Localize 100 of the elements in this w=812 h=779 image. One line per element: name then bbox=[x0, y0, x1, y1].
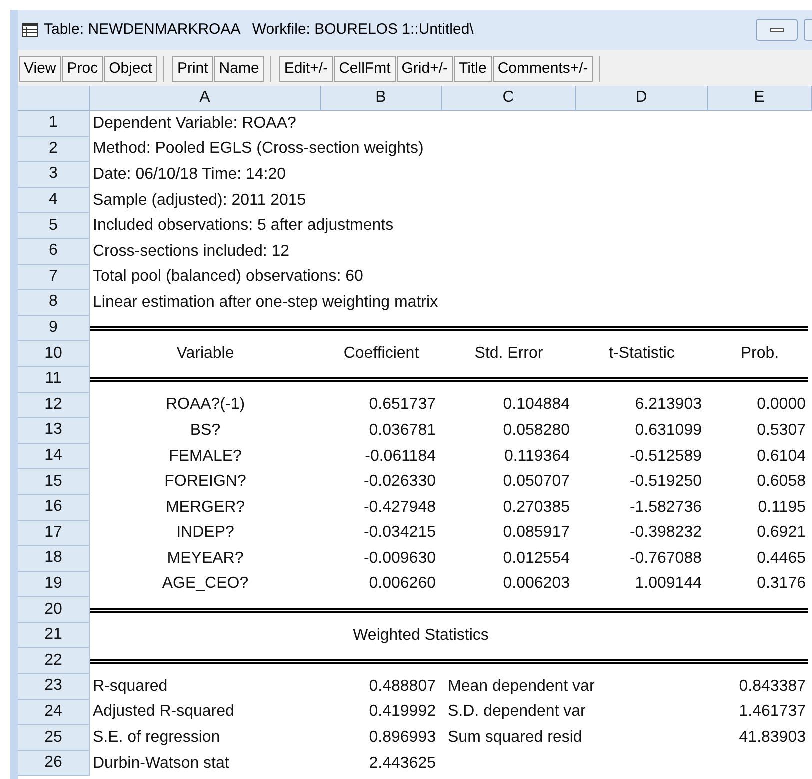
table-cell-text: Weighted Statistics bbox=[353, 626, 489, 646]
table-cell-text: Date: 06/10/18 Time: 14:20 bbox=[93, 164, 286, 185]
table-cell-text: 2.443625 bbox=[369, 754, 436, 774]
table-cell-text: BS? bbox=[190, 420, 221, 441]
row-header[interactable]: 11 bbox=[18, 366, 90, 393]
toolbar-button[interactable]: Title bbox=[454, 56, 492, 82]
table-cell-text: AGE_CEO? bbox=[162, 574, 249, 594]
table-cell-text: Variable bbox=[176, 344, 234, 364]
table-cell-text: Mean dependent var bbox=[448, 676, 595, 697]
row-header[interactable]: 5 bbox=[18, 213, 90, 239]
table-cell-text: 0.1195 bbox=[758, 498, 806, 518]
row-header[interactable]: 7 bbox=[18, 264, 90, 290]
column-header[interactable]: B bbox=[321, 86, 442, 110]
row-header[interactable]: 25 bbox=[18, 725, 90, 751]
toolbar-button[interactable]: CellFmt bbox=[334, 56, 396, 82]
table-cell-text: 41.83903 bbox=[739, 728, 806, 748]
column-header[interactable]: E bbox=[708, 86, 812, 110]
row-header[interactable]: 1 bbox=[18, 111, 90, 137]
table-cell-text: S.E. of regression bbox=[93, 728, 220, 748]
table-cell-text: 0.843387 bbox=[739, 676, 806, 697]
row-header[interactable]: 12 bbox=[18, 392, 90, 418]
row-header[interactable]: 22 bbox=[18, 648, 90, 674]
table-cell-text: 0.6921 bbox=[757, 523, 806, 544]
table-cell-text: 0.085917 bbox=[503, 523, 570, 544]
row-header[interactable]: 10 bbox=[18, 341, 90, 367]
row-header[interactable]: 21 bbox=[18, 622, 90, 648]
toolbar-button[interactable]: Grid+/- bbox=[396, 56, 454, 82]
table-cell-text: -0.427948 bbox=[364, 498, 436, 518]
row-header[interactable]: 16 bbox=[18, 494, 90, 520]
table-cell-text: 0.104884 bbox=[503, 395, 570, 416]
table-cell-text: 0.119364 bbox=[504, 446, 570, 467]
table-cell-text: -0.512589 bbox=[630, 446, 702, 467]
row-header[interactable]: 18 bbox=[18, 546, 90, 572]
row-header[interactable]: 19 bbox=[18, 572, 90, 598]
row-header[interactable]: 17 bbox=[18, 520, 90, 546]
table-cell-text: MEYEAR? bbox=[167, 548, 244, 569]
table-cell-text: 1.009144 bbox=[635, 574, 702, 594]
row-header[interactable]: 24 bbox=[18, 700, 90, 726]
table-cell-text: MERGER? bbox=[166, 498, 246, 518]
column-header[interactable]: D bbox=[576, 86, 708, 110]
table-cell-text: Included observations: 5 after adjustments bbox=[93, 216, 394, 236]
row-header[interactable]: 26 bbox=[18, 750, 90, 776]
table-cell-text: -0.398232 bbox=[630, 523, 702, 544]
window-title: Table: NEWDENMARKROAA Workfile: BOURELOS 1::Untitled\ bbox=[44, 20, 474, 40]
table-cell-text: Cross-sections included: 12 bbox=[93, 242, 290, 262]
table-cell-text: -0.061184 bbox=[365, 446, 436, 467]
table-cell-text: 0.012554 bbox=[503, 548, 570, 569]
row-header[interactable]: 9 bbox=[18, 316, 90, 342]
row-header[interactable]: 23 bbox=[18, 674, 90, 700]
table-cell-text: 0.0000 bbox=[757, 395, 806, 416]
row-header[interactable]: 15 bbox=[18, 469, 90, 495]
table-cell-text: 6.213903 bbox=[635, 395, 702, 416]
table-cell-text: Dependent Variable: ROAA? bbox=[93, 114, 296, 134]
row-header[interactable]: 14 bbox=[18, 444, 90, 470]
column-header[interactable]: A bbox=[90, 86, 321, 110]
table-cell-text: -0.034215 bbox=[364, 523, 436, 544]
table-cell-text: Total pool (balanced) observations: 60 bbox=[93, 267, 364, 288]
table-cell-text: FOREIGN? bbox=[164, 472, 246, 492]
table-cell-text: -0.767088 bbox=[630, 548, 702, 569]
row-header[interactable]: 13 bbox=[18, 418, 90, 444]
table-cell-text: 0.651737 bbox=[369, 395, 436, 416]
table-cell-text: 0.6104 bbox=[757, 446, 806, 467]
table-cell-text: Linear estimation after one-step weighting matrix bbox=[93, 292, 438, 313]
table-cell-text: 0.419992 bbox=[369, 702, 436, 722]
toolbar-button[interactable]: Print bbox=[172, 56, 214, 82]
table-cell-text: 0.488807 bbox=[369, 676, 436, 697]
table-cell-text: INDEP? bbox=[176, 523, 234, 544]
table-cell-text: -0.009630 bbox=[364, 548, 436, 569]
table-cell-text: 0.4465 bbox=[757, 548, 806, 569]
toolbar-button[interactable]: Name bbox=[214, 56, 264, 82]
toolbar-button[interactable]: Edit+/- bbox=[279, 56, 334, 82]
table-cell-text: Adjusted R-squared bbox=[93, 702, 234, 722]
table-cell-text: Sample (adjusted): 2011 2015 bbox=[93, 190, 306, 211]
table-cell-text: Method: Pooled EGLS (Cross-section weights) bbox=[93, 139, 424, 160]
toolbar-button[interactable]: View bbox=[19, 56, 62, 82]
table-cell-text: -0.026330 bbox=[364, 472, 436, 492]
table-cell-text: Prob. bbox=[740, 344, 780, 364]
table-cell-text: -1.582736 bbox=[630, 498, 702, 518]
table-cell-text: ROAA?(-1) bbox=[166, 395, 246, 416]
table-cell-text: 1.461737 bbox=[739, 702, 806, 722]
row-header[interactable]: 20 bbox=[18, 597, 90, 623]
table-cell-text: Coefficient bbox=[344, 344, 420, 364]
row-header[interactable]: 8 bbox=[18, 290, 90, 316]
table-cell-text: 0.6058 bbox=[757, 472, 806, 492]
row-header[interactable]: 4 bbox=[18, 188, 90, 214]
toolbar-button[interactable]: Object bbox=[104, 56, 158, 82]
table-cell-text: 0.3176 bbox=[757, 574, 806, 594]
column-header[interactable]: C bbox=[442, 86, 576, 110]
row-header[interactable]: 2 bbox=[18, 136, 90, 162]
minimize-button[interactable] bbox=[756, 19, 798, 41]
table-cell-text: 0.058280 bbox=[503, 420, 570, 441]
toolbar-button[interactable]: Comments+/- bbox=[492, 56, 594, 82]
table-cell-text: 0.036781 bbox=[369, 420, 436, 441]
table-cell-text: 0.006203 bbox=[503, 574, 570, 594]
table-cell-text: 0.5307 bbox=[757, 420, 806, 441]
table-icon bbox=[22, 23, 38, 37]
table-cell-text: S.D. dependent var bbox=[448, 702, 586, 722]
row-header[interactable]: 6 bbox=[18, 238, 90, 265]
row-header[interactable]: 3 bbox=[18, 162, 90, 188]
toolbar-button[interactable]: Proc bbox=[62, 56, 104, 82]
